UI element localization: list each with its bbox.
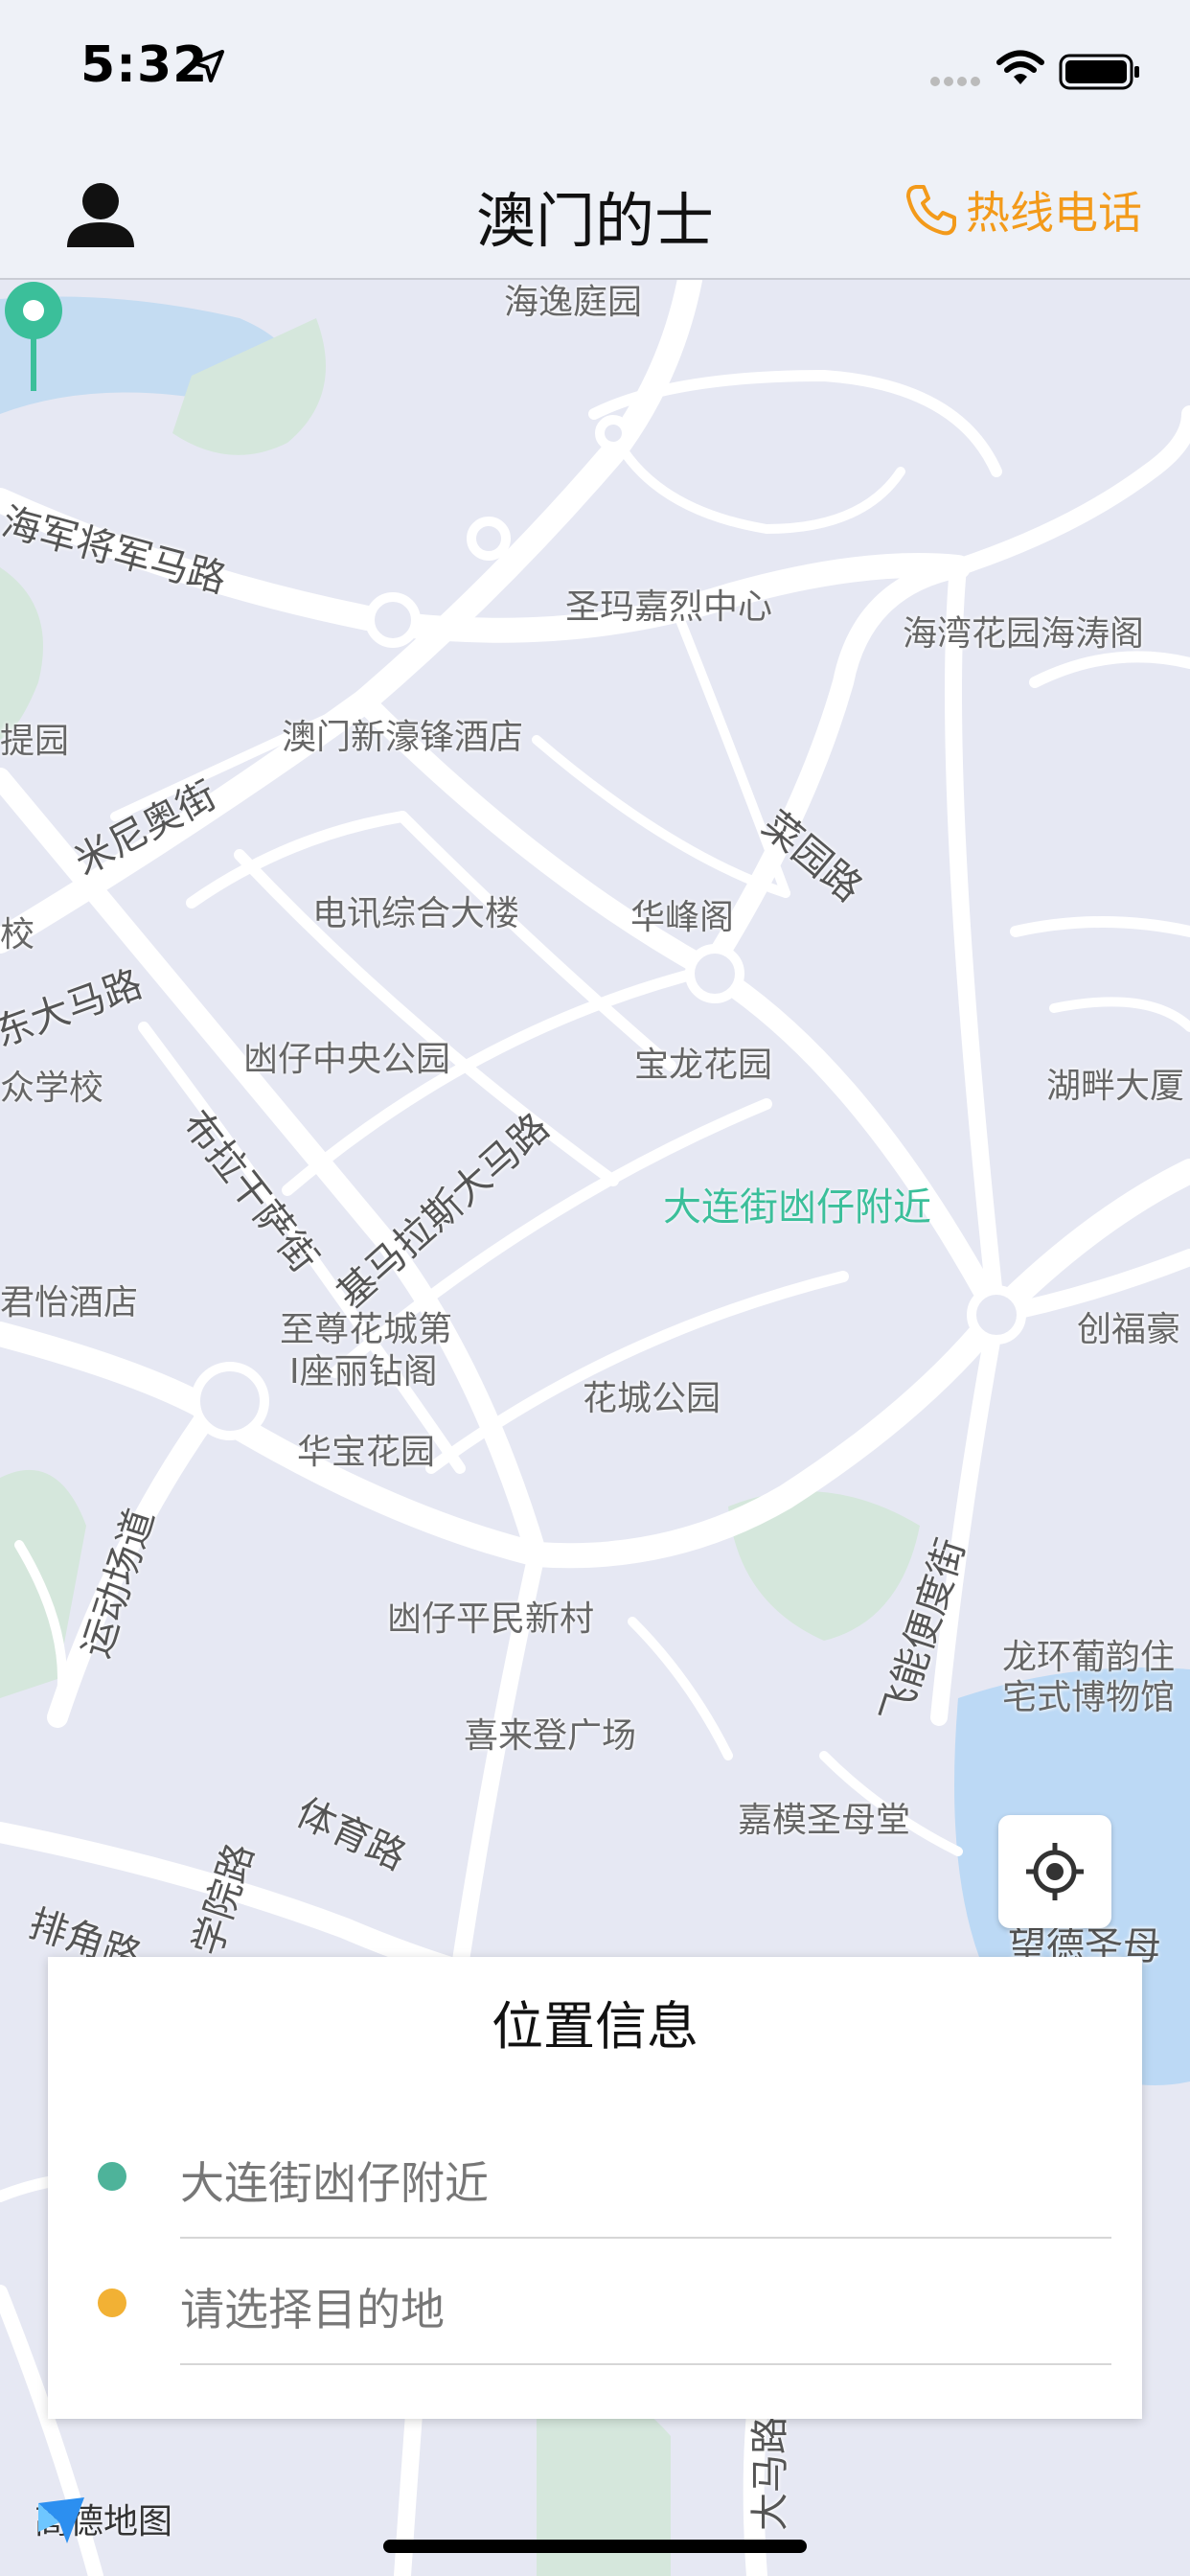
map-label: 众学校 [0,1069,104,1108]
map-label: 创福豪 [1077,1310,1181,1349]
map-label: 澳门新濠锋酒店 [282,718,524,757]
pin-location-label: 大连街凼仔附近 [663,1185,931,1230]
map-label: 凼仔平民新村 [387,1599,595,1639]
destination-dot-icon [98,2288,126,2317]
divider [180,2363,1111,2365]
cellular-signal-icon [930,77,980,86]
map-label: 宅式博物馆 [1002,1678,1176,1717]
hotline-label: 热线电话 [966,187,1142,239]
map-label: 花城公园 [583,1379,721,1418]
map-label: 嘉模圣母堂 [738,1801,911,1840]
location-arrow-icon [192,50,224,82]
status-bar: 5:32 [0,0,1190,144]
location-info-panel: 位置信息 大连街凼仔附近 请选择目的地 [48,1957,1142,2419]
map-road-label: 大马路 [748,2416,792,2531]
map-label: 海逸庭园 [504,283,643,322]
phone-icon [906,185,956,236]
map-label: 校 [0,915,35,954]
map-label: 喜来登广场 [464,1716,637,1756]
origin-text: 大连街凼仔附近 [180,2157,489,2209]
map-label: 宝龙花园 [634,1046,773,1085]
map-label: 凼仔中央公园 [243,1040,451,1079]
destination-input[interactable]: 请选择目的地 [180,2275,445,2338]
amap-logo: 高德地图 [34,2494,172,2543]
locate-me-button[interactable] [998,1815,1111,1928]
map-label: 君怡酒店 [0,1283,139,1322]
status-time: 5:32 [80,36,209,94]
battery-icon [1059,54,1139,90]
wifi-icon [996,50,1044,84]
origin-dot-icon [98,2162,126,2191]
location-pin-icon [5,282,62,391]
panel-title: 位置信息 [492,1996,698,2057]
map-label: 电讯综合大楼 [312,894,520,933]
home-indicator [383,2540,807,2553]
nav-bar: 澳门的士 热线电话 [0,144,1190,280]
origin-row[interactable]: 大连街凼仔附近 [48,2112,1142,2239]
crosshair-icon [1026,1843,1084,1900]
map-label: 华宝花园 [297,1433,436,1472]
map-label: I座丽钻阁 [289,1352,438,1392]
map-label: 提园 [0,722,70,761]
map-label: 圣玛嘉烈中心 [565,587,773,627]
amap-arrow-icon [38,2497,84,2543]
map-label: 华峰阁 [630,898,735,937]
map-label: 海湾花园海涛阁 [903,614,1145,654]
destination-row[interactable]: 请选择目的地 [48,2239,1142,2365]
hotline-button[interactable]: 热线电话 [903,178,1142,242]
map-label: 湖畔大厦 [1046,1067,1185,1106]
